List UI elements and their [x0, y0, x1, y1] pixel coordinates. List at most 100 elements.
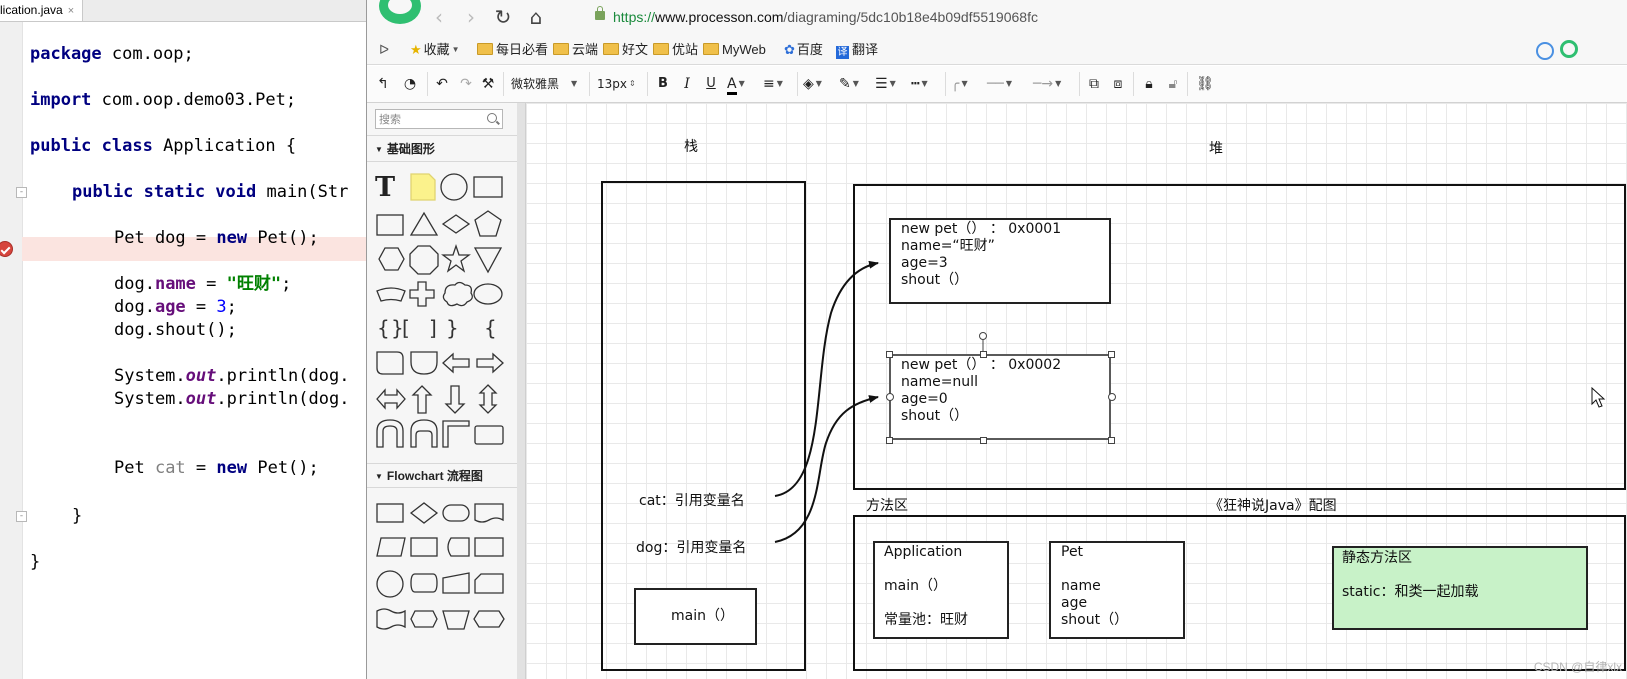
editor-tab-label: lication.java	[0, 3, 63, 17]
line-width-icon[interactable]: ☰ ▼	[875, 74, 905, 94]
process-shape-icon	[376, 503, 404, 523]
unlock-shape-icon[interactable]: 🔓︎	[1165, 74, 1181, 94]
label-heap[interactable]: 堆	[1209, 141, 1223, 158]
bookmark-daily[interactable]: 每日必看	[477, 42, 548, 58]
line-pattern-icon[interactable]: ── ▼	[987, 74, 1029, 94]
font-family-select[interactable]: 微软雅黑 ▼	[511, 74, 581, 94]
code-line[interactable]: Pet dog = new Pet();	[114, 228, 319, 248]
fold-collapse-icon[interactable]: -	[16, 511, 27, 522]
code-line[interactable]: dog.name = "旺财";	[114, 274, 291, 294]
label-stack[interactable]: 栈	[684, 139, 698, 156]
code-line[interactable]: import com.oop.demo03.Pet;	[30, 90, 296, 110]
extension-icon[interactable]	[1560, 40, 1578, 58]
code-line[interactable]: }	[72, 506, 82, 526]
browser-logo-icon	[379, 0, 421, 24]
font-color-button[interactable]: A ▼	[727, 74, 755, 95]
line-style-icon[interactable]: ┅ ▼	[911, 74, 941, 94]
code-line[interactable]: public static void main(Str	[72, 182, 348, 202]
fill-color-icon[interactable]: ◈ ▼	[803, 74, 833, 94]
text-tool-icon: T	[375, 172, 395, 203]
predefined-process-icon	[410, 537, 438, 557]
folder-icon	[477, 43, 493, 55]
panel-scrollbar[interactable]	[517, 103, 526, 679]
code-line[interactable]: System.out.println(dog.	[114, 389, 349, 409]
back-icon[interactable]: ‹	[427, 4, 451, 30]
ide-editor: lication.java × - - package com.oop; impo…	[0, 0, 366, 679]
code-line[interactable]: Pet cat = new Pet();	[114, 458, 319, 478]
lock-shape-icon[interactable]: 🔒︎	[1141, 74, 1157, 94]
rounded-rect-shape-icon	[376, 351, 404, 375]
rectangle-shape-icon	[473, 176, 503, 198]
bookmark-good-sites[interactable]: 优站	[653, 42, 698, 58]
resize-handle[interactable]	[980, 351, 987, 358]
stored-data-icon	[447, 537, 470, 557]
resize-handle[interactable]	[1108, 393, 1116, 401]
label-caption[interactable]: 《狂神说Java》配图	[1209, 498, 1337, 515]
octagon-shape-icon	[409, 245, 439, 275]
editor-tab-bar: lication.java ×	[0, 0, 366, 22]
resize-handle[interactable]	[886, 393, 894, 401]
format-brush-icon[interactable]: ◔	[399, 74, 421, 94]
send-back-icon[interactable]: ⧈	[1109, 74, 1127, 94]
undo-arrow-icon[interactable]: ↰	[373, 74, 393, 94]
rotate-handle[interactable]	[979, 332, 987, 340]
format-painter-icon[interactable]: ⚒	[479, 74, 497, 94]
frame-shape-icon	[474, 425, 504, 445]
code-line[interactable]: public class Application {	[30, 136, 296, 156]
cat-reference-label[interactable]: cat：引用变量名	[639, 493, 745, 510]
fold-collapse-icon[interactable]: -	[16, 187, 27, 198]
arrow-end-icon[interactable]: ─→ ▼	[1033, 74, 1073, 94]
line-color-icon[interactable]: ✎ ▼	[839, 74, 869, 94]
home-icon[interactable]: ⌂	[524, 4, 548, 30]
class-application-title: Application	[884, 544, 963, 560]
resize-handle[interactable]	[886, 351, 893, 358]
bookmark-baidu[interactable]: ✿ 百度	[784, 42, 823, 58]
bookmark-myweb[interactable]: MyWeb	[703, 42, 766, 58]
italic-button[interactable]: I	[679, 74, 695, 94]
font-size-stepper[interactable]: 13px ⇕	[597, 74, 643, 94]
reload-icon[interactable]: ↻	[491, 4, 515, 30]
main-frame-label: main（）	[671, 608, 734, 624]
u-turn-shape-icon	[376, 419, 404, 448]
label-method-area[interactable]: 方法区	[866, 498, 908, 515]
sidebar-toggle-icon[interactable]: ᐅ	[379, 42, 389, 58]
undo-icon[interactable]: ↶	[433, 74, 451, 94]
extension-icon[interactable]	[1536, 42, 1554, 60]
shape-library-panel: 搜索 ▼ 基础图形 ▼ Flowchart 流程图 T {} []} {	[367, 103, 518, 679]
resize-handle[interactable]	[886, 437, 893, 444]
forward-icon[interactable]: ›	[459, 4, 483, 30]
left-brace-icon: {	[377, 316, 390, 340]
editor-tab-application-java[interactable]: lication.java ×	[0, 0, 84, 21]
resize-handle[interactable]	[1108, 351, 1115, 358]
dog-reference-label[interactable]: dog：引用变量名	[636, 540, 746, 557]
code-line[interactable]: package com.oop;	[30, 44, 194, 64]
code-line[interactable]: System.out.println(dog.	[114, 366, 349, 386]
connector-type-icon[interactable]: ╭ ▼	[951, 74, 981, 94]
bracket-icon: ]	[429, 316, 437, 340]
watermark: CSDN @自律xlx	[1533, 660, 1622, 674]
bookmark-bar: ᐅ ★ 收藏 ▼ 每日必看 云端 好文 优站 MyWeb ✿ 百度 译翻译	[367, 36, 1627, 65]
code-line[interactable]: dog.age = 3;	[114, 297, 237, 317]
internal-storage-icon	[474, 537, 504, 557]
bring-front-icon[interactable]: ⧉	[1085, 74, 1103, 94]
align-button[interactable]: ≡ ▼	[763, 74, 791, 94]
diagram-canvas[interactable]: 栈 堆 cat：引用变量名 dog：引用变量名 main（） new pet（）…	[526, 103, 1627, 679]
underline-button[interactable]: U	[703, 74, 719, 94]
heap-object-line: age=3	[901, 255, 948, 271]
code-line[interactable]: }	[30, 552, 40, 572]
code-line[interactable]: dog.shout();	[114, 320, 237, 340]
address-bar-row: ‹ › ↻ ⌂ https://www.processon.com/diagra…	[367, 0, 1627, 36]
editor-gutter	[0, 22, 23, 679]
bookmark-cloud[interactable]: 云端	[553, 42, 598, 58]
resize-handle[interactable]	[980, 437, 987, 444]
resize-handle[interactable]	[1108, 437, 1115, 444]
bookmark-good-articles[interactable]: 好文	[603, 42, 648, 58]
link-icon[interactable]: ⛓	[1195, 74, 1215, 94]
url-field[interactable]: https://www.processon.com/diagraming/5dc…	[613, 9, 1038, 25]
bold-button[interactable]: B	[655, 74, 671, 94]
close-tab-icon[interactable]: ×	[68, 5, 74, 17]
bookmark-favorites[interactable]: ★ 收藏 ▼	[410, 42, 460, 58]
card-shape-icon	[474, 573, 504, 594]
redo-icon[interactable]: ↷	[457, 74, 475, 94]
bookmark-translate[interactable]: 译翻译	[836, 42, 878, 59]
